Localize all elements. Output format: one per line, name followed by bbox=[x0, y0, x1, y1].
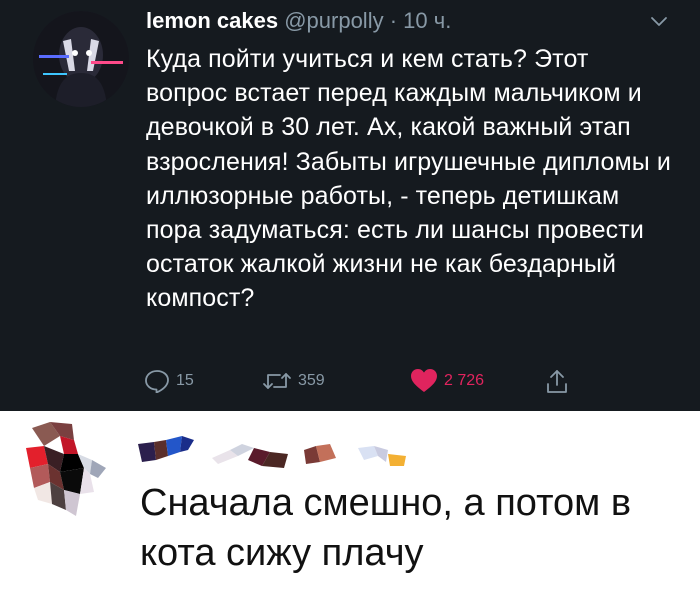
heart-icon bbox=[410, 368, 438, 394]
tweet-text: Куда пойти учиться и кем стать? Этот воп… bbox=[146, 45, 671, 313]
comment-text: Сначала смешно, а потом в кота сижу плач… bbox=[140, 482, 632, 574]
share-button[interactable] bbox=[546, 366, 568, 396]
header-separator: · bbox=[389, 8, 398, 33]
author-name[interactable]: lemon cakes bbox=[146, 8, 278, 33]
reply-icon bbox=[144, 369, 170, 393]
tweet-header: lemon cakes @purpolly · 10 ч. bbox=[146, 6, 451, 36]
commenter-nickname-logo[interactable] bbox=[138, 434, 428, 475]
retweet-count: 359 bbox=[298, 372, 325, 389]
like-button[interactable]: 2 726 bbox=[410, 366, 484, 396]
share-icon bbox=[546, 368, 568, 394]
reply-count: 15 bbox=[176, 372, 194, 389]
like-count: 2 726 bbox=[444, 372, 485, 389]
tweet-card: lemon cakes @purpolly · 10 ч. Куда пойти… bbox=[0, 0, 700, 411]
tweet-timestamp[interactable]: 10 ч. bbox=[403, 8, 451, 33]
author-handle[interactable]: @purpolly bbox=[284, 8, 383, 33]
chevron-down-icon[interactable] bbox=[648, 11, 670, 33]
author-avatar[interactable] bbox=[33, 11, 129, 107]
retweet-button[interactable]: 359 bbox=[262, 366, 325, 396]
retweet-icon bbox=[262, 370, 292, 392]
commenter-avatar[interactable] bbox=[20, 420, 112, 529]
reply-button[interactable]: 15 bbox=[144, 366, 194, 396]
